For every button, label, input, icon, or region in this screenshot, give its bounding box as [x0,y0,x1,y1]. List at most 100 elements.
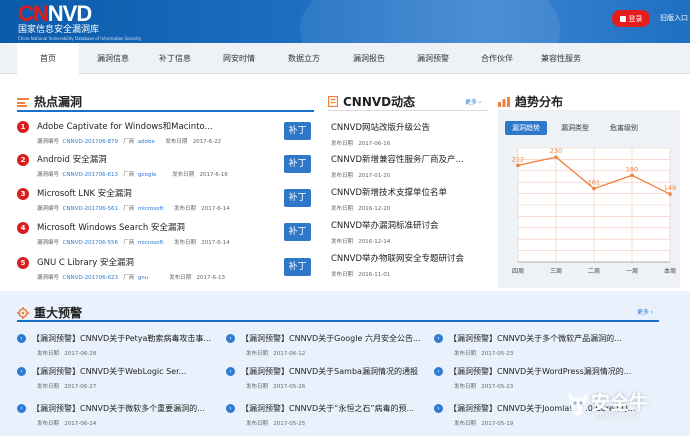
patch-button[interactable]: 补丁 [284,258,311,276]
nav-item-reports[interactable]: 漏洞报告 [336,43,402,74]
nav-item-partners[interactable]: 合作伙伴 [466,43,528,74]
hot-vuln-title[interactable]: Android 安全漏洞 [37,153,107,165]
rank-badge: 4 [17,222,29,234]
tab-vuln-trend[interactable]: 漏洞趋势 [505,121,547,135]
hot-vuln-item[interactable]: 3 Microsoft LNK 安全漏洞 漏洞编号 CNNVD-201706-5… [17,184,317,217]
date-label: 发布日期 [331,206,354,212]
alert-title-row[interactable]: › 【漏洞预警】CNNVD关于Petya勒索病毒攻击事... [17,333,211,344]
news-title[interactable]: CNNVD网站改版升级公告 [331,121,491,134]
news-title[interactable]: CNNVD举办物联网安全专题研讨会 [331,252,491,265]
news-item[interactable]: CNNVD网站改版升级公告 发布日期 2017-06-16 [331,121,491,147]
nav-item-vulns[interactable]: 漏洞信息 [82,43,144,74]
publish-date: 2017-05-25 [273,421,306,427]
data-label: 161 [588,179,600,187]
publish-date: 2017-05-23 [481,384,514,390]
patch-button[interactable]: 补丁 [284,189,311,207]
vendor[interactable]: microsoft [138,240,164,246]
vendor[interactable]: gnu [138,275,148,281]
date-label: 发布日期 [173,240,196,246]
tab-severity[interactable]: 危害级别 [604,121,644,135]
nav-item-patches[interactable]: 补丁信息 [144,43,206,74]
data-point [592,186,596,191]
hot-vuln-item[interactable]: 2 Android 安全漏洞 漏洞编号 CNNVD-201706-613 厂商 … [17,150,317,183]
alert-title[interactable]: 【漏洞预警】CNNVD关于“永恒之石”病毒的预... [241,403,414,414]
vendor[interactable]: adobe [138,139,155,145]
alert-title-row[interactable]: › 【漏洞预警】CNNVD关于Google 六月安全公告... [226,333,421,344]
logo-mark-red: CN [18,1,49,26]
cnnvd-logo[interactable]: CNNVD 国家信息安全漏洞库 China National Vulnerabi… [18,3,141,42]
rank-badge: 1 [17,121,29,133]
hot-vuln-title[interactable]: Microsoft LNK 安全漏洞 [37,187,132,199]
hot-vulns-divider [17,110,314,112]
hot-vulns-title: 热点漏洞 [34,95,83,109]
alert-title-row[interactable]: › 【漏洞预警】CNNVD关于WebLogic Ser... [17,366,186,377]
publish-date: 2017-6-16 [199,172,228,178]
arrow-right-icon: › [434,334,443,343]
vuln-id[interactable]: CNNVD-201706-613 [63,172,119,178]
news-item[interactable]: CNNVD新增技术支撑单位名单 发布日期 2016-12-20 [331,186,491,212]
alert-title[interactable]: 【漏洞预警】CNNVD关于多个微软产品漏洞的... [449,333,622,344]
patch-button[interactable]: 补丁 [284,155,311,173]
nav-item-data-cube[interactable]: 数据立方 [273,43,335,74]
tab-vuln-type[interactable]: 漏洞类型 [555,121,595,135]
hot-vuln-title[interactable]: Microsoft Windows Search 安全漏洞 [37,221,185,233]
old-version-link[interactable]: 旧版入口 [660,13,688,23]
news-item[interactable]: CNNVD举办物联网安全专题研讨会 发布日期 2016-11-01 [331,252,491,278]
trend-line-chart: 212 230 161 190 149 四周 三周 二周 一周 本周 [512,147,676,275]
patch-button[interactable]: 补丁 [284,122,311,140]
main-nav: 首页 漏洞信息 补丁信息 网安时情 数据立方 漏洞报告 漏洞预警 合作伙伴 兼容… [0,43,690,74]
arrow-right-icon: › [434,367,443,376]
id-label: 漏洞编号 [37,172,60,178]
alert-title-row[interactable]: › 【漏洞预警】CNNVD关于微软多个重要漏洞的... [17,403,205,414]
header-decoration [300,0,560,43]
publish-date: 2017-6-14 [201,240,230,246]
login-button[interactable]: 登录 [612,10,650,27]
vuln-id[interactable]: CNNVD-201706-623 [63,275,119,281]
nav-item-home[interactable]: 首页 [17,43,79,74]
patch-button[interactable]: 补丁 [284,223,311,241]
alerts-more-link[interactable]: 更多 › [637,307,653,316]
logo-mark-white: NVD [47,1,92,26]
alert-title-row[interactable]: › 【漏洞预警】CNNVD关于Samba漏洞情况的通报 [226,366,418,377]
news-more-link[interactable]: 更多 › [465,97,481,106]
alert-title[interactable]: 【漏洞预警】CNNVD关于Samba漏洞情况的通报 [241,366,418,377]
news-title[interactable]: CNNVD新增兼容性服务厂商及产... [331,153,491,166]
hot-vuln-title[interactable]: GNU C Library 安全漏洞 [37,256,134,268]
alert-title-row[interactable]: › 【漏洞预警】CNNVD关于多个微软产品漏洞的... [434,333,622,344]
alert-title[interactable]: 【漏洞预警】CNNVD关于WebLogic Ser... [32,366,186,377]
data-point [554,155,558,159]
trend-header: 趋势分布 [498,93,563,110]
nav-item-warnings[interactable]: 漏洞预警 [402,43,464,74]
news-item[interactable]: CNNVD新增兼容性服务厂商及产... 发布日期 2017-01-20 [331,153,491,179]
alert-title[interactable]: 【漏洞预警】CNNVD关于微软多个重要漏洞的... [32,403,205,414]
vendor[interactable]: google [138,172,157,178]
arrow-right-icon: › [226,367,235,376]
data-point [516,163,520,168]
date-label: 发布日期 [165,139,188,145]
vuln-id[interactable]: CNNVD-201706-879 [63,139,119,145]
nav-item-security-news[interactable]: 网安时情 [208,43,270,74]
bull-logo-icon [568,392,588,416]
alert-title[interactable]: 【漏洞预警】CNNVD关于Petya勒索病毒攻击事... [32,333,211,344]
hot-vuln-item[interactable]: 1 Adobe Captivate for Windows和Macinto...… [17,117,317,150]
vuln-id[interactable]: CNNVD-201706-556 [63,240,119,246]
x-tick-label: 二周 [588,268,600,275]
alert-title[interactable]: 【漏洞预警】CNNVD关于Google 六月安全公告... [241,333,421,344]
data-label: 149 [664,184,676,192]
nav-item-compat-service[interactable]: 兼容性服务 [530,43,592,74]
alert-title-row[interactable]: › 【漏洞预警】CNNVD关于“永恒之石”病毒的预... [226,403,414,414]
date-label: 发布日期 [331,141,354,147]
news-item[interactable]: CNNVD举办漏洞标准研讨会 发布日期 2016-12-14 [331,219,491,245]
publish-date: 2016-11-01 [358,272,391,278]
hot-vuln-item[interactable]: 5 GNU C Library 安全漏洞 漏洞编号 CNNVD-201706-6… [17,253,317,286]
vendor[interactable]: microsoft [138,206,164,212]
hot-vuln-item[interactable]: 4 Microsoft Windows Search 安全漏洞 漏洞编号 CNN… [17,218,317,251]
hot-vuln-title[interactable]: Adobe Captivate for Windows和Macinto... [37,120,213,132]
alert-title-row[interactable]: › 【漏洞预警】CNNVD关于WordPress漏洞情况的... [434,366,631,377]
date-label: 发布日期 [169,275,192,281]
alert-title[interactable]: 【漏洞预警】CNNVD关于WordPress漏洞情况的... [449,366,631,377]
news-title[interactable]: CNNVD举办漏洞标准研讨会 [331,219,491,232]
logo-mark: CNNVD [18,3,141,26]
news-title[interactable]: CNNVD新增技术支撑单位名单 [331,186,491,199]
vuln-id[interactable]: CNNVD-201706-561 [63,206,119,212]
